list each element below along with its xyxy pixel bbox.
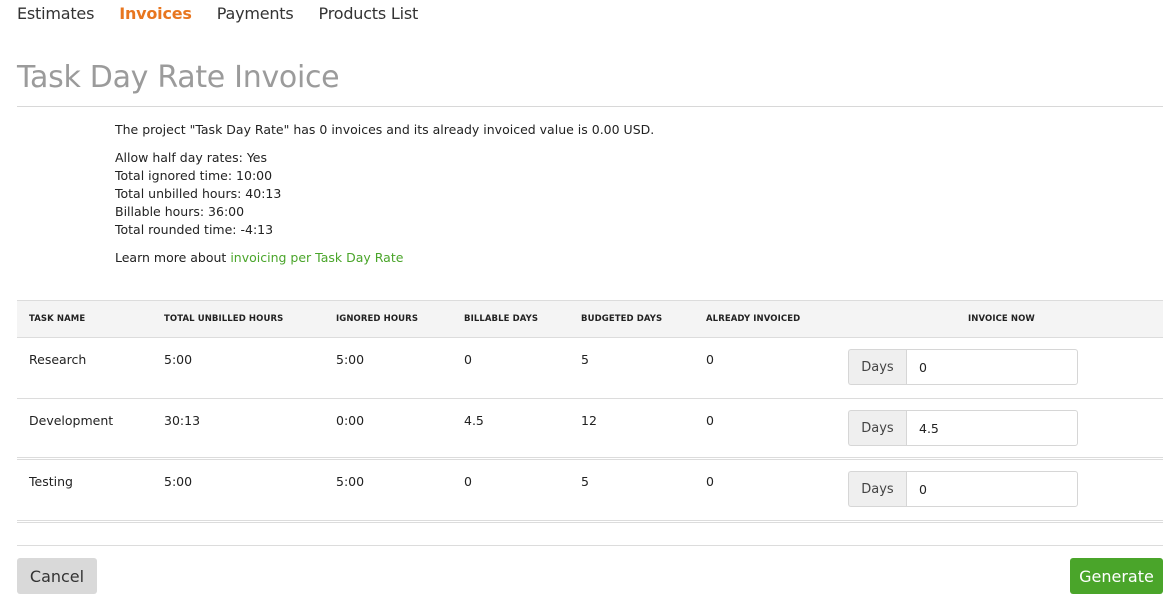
- days-addon: Days: [848, 471, 906, 507]
- invoice-now-input[interactable]: [906, 471, 1078, 507]
- task-name: Research: [29, 352, 87, 367]
- invoice-now-group: Days: [848, 349, 1078, 385]
- billable-days: 0: [464, 352, 472, 367]
- header-invoice-now: INVOICE NOW: [968, 314, 1035, 324]
- days-addon: Days: [848, 410, 906, 446]
- total-unbilled-hours: 30:13: [164, 413, 201, 428]
- generate-button[interactable]: Generate: [1070, 558, 1163, 594]
- task-name: Testing: [29, 474, 73, 489]
- nav-payments[interactable]: Payments: [217, 4, 294, 24]
- days-addon: Days: [848, 349, 906, 385]
- nav-estimates[interactable]: Estimates: [17, 4, 94, 24]
- learn-more-link[interactable]: invoicing per Task Day Rate: [230, 250, 403, 265]
- stat-ignored-time: Total ignored time: 10:00: [115, 168, 273, 183]
- ignored-hours: 5:00: [336, 352, 365, 367]
- page-title: Task Day Rate Invoice: [17, 60, 340, 95]
- stat-rounded-time: Total rounded time: -4:13: [115, 222, 274, 237]
- invoice-summary: The project "Task Day Rate" has 0 invoic…: [115, 122, 655, 137]
- table-row: Development 30:13 0:00 4.5 12 0 Days: [17, 399, 1163, 460]
- budgeted-days: 12: [581, 413, 597, 428]
- invoice-now-input[interactable]: [906, 410, 1078, 446]
- nav-invoices[interactable]: Invoices: [119, 4, 192, 24]
- table-row: Research 5:00 5:00 0 5 0 Days: [17, 338, 1163, 399]
- tasks-table: TASK NAME TOTAL UNBILLED HOURS IGNORED H…: [17, 300, 1163, 523]
- already-invoiced: 0: [706, 474, 714, 489]
- ignored-hours: 0:00: [336, 413, 365, 428]
- total-unbilled-hours: 5:00: [164, 474, 193, 489]
- billable-days: 0: [464, 474, 472, 489]
- stat-unbilled-hours: Total unbilled hours: 40:13: [115, 186, 282, 201]
- header-already-invoiced: ALREADY INVOICED: [706, 314, 801, 324]
- stat-half-day-rates: Allow half day rates: Yes: [115, 150, 268, 165]
- stat-billable-hours: Billable hours: 36:00: [115, 204, 245, 219]
- invoice-now-group: Days: [848, 410, 1078, 446]
- invoice-now-input[interactable]: [906, 349, 1078, 385]
- title-divider: [17, 106, 1163, 107]
- learn-more: Learn more about invoicing per Task Day …: [115, 249, 654, 267]
- table-header: TASK NAME TOTAL UNBILLED HOURS IGNORED H…: [17, 300, 1163, 338]
- task-name: Development: [29, 413, 114, 428]
- header-ignored-hours: IGNORED HOURS: [336, 314, 419, 324]
- project-info: The project "Task Day Rate" has 0 invoic…: [115, 121, 654, 267]
- footer-divider: [17, 545, 1163, 546]
- nav-products-list[interactable]: Products List: [319, 4, 419, 24]
- header-billable-days: BILLABLE DAYS: [464, 314, 539, 324]
- table-row: Testing 5:00 5:00 0 5 0 Days: [17, 460, 1163, 523]
- top-nav: Estimates Invoices Payments Products Lis…: [17, 4, 443, 24]
- learn-more-prefix: Learn more about: [115, 250, 231, 265]
- header-budgeted-days: BUDGETED DAYS: [581, 314, 663, 324]
- total-unbilled-hours: 5:00: [164, 352, 193, 367]
- budgeted-days: 5: [581, 474, 589, 489]
- billable-days: 4.5: [464, 413, 484, 428]
- header-total-unbilled-hours: TOTAL UNBILLED HOURS: [164, 314, 284, 324]
- cancel-button[interactable]: Cancel: [17, 558, 97, 594]
- invoice-now-group: Days: [848, 471, 1078, 507]
- header-task-name: TASK NAME: [29, 314, 86, 324]
- budgeted-days: 5: [581, 352, 589, 367]
- already-invoiced: 0: [706, 352, 714, 367]
- already-invoiced: 0: [706, 413, 714, 428]
- ignored-hours: 5:00: [336, 474, 365, 489]
